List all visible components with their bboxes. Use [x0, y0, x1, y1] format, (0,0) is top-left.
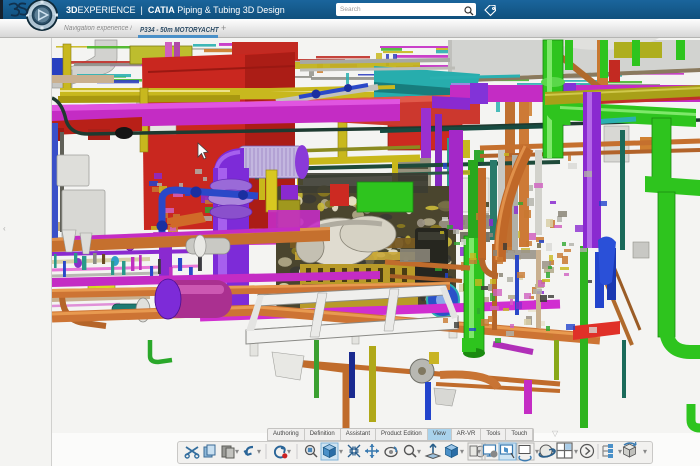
svg-text:▾: ▾ — [574, 447, 578, 456]
svg-text:▾: ▾ — [235, 447, 239, 456]
svg-text:▾: ▾ — [618, 447, 622, 456]
svg-text:▾: ▾ — [460, 447, 464, 456]
svg-text:▾: ▾ — [417, 447, 421, 456]
svg-text:▾: ▾ — [257, 447, 261, 456]
svg-text:▾: ▾ — [287, 447, 291, 456]
svg-text:▾: ▾ — [643, 447, 647, 456]
svg-text:▾: ▾ — [339, 447, 343, 456]
svg-text:▾: ▾ — [535, 447, 539, 456]
svg-text:▾: ▾ — [477, 447, 481, 456]
